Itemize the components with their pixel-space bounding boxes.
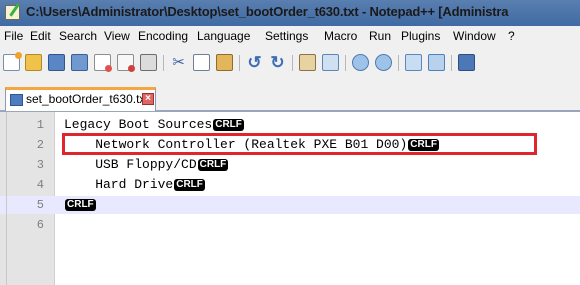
save-icon[interactable] — [48, 54, 65, 71]
line-text: CRLF — [64, 196, 96, 214]
toolbar-separator — [239, 55, 240, 71]
editor-line-current: 5 CRLF — [0, 196, 580, 214]
undo-icon[interactable]: ↺ — [246, 54, 263, 71]
menu-view[interactable]: View — [104, 29, 130, 43]
tab-bar: set_bootOrder_t630.txt × — [0, 78, 580, 112]
menu-encoding[interactable]: Encoding — [138, 29, 188, 43]
find-icon[interactable] — [299, 54, 316, 71]
word-wrap-icon[interactable] — [458, 54, 475, 71]
menu-settings[interactable]: Settings — [265, 29, 308, 43]
window-title: C:\Users\Administrator\Desktop\set_bootO… — [26, 4, 509, 19]
menu-macro[interactable]: Macro — [324, 29, 357, 43]
zoom-in-icon[interactable] — [352, 54, 369, 71]
file-saved-icon — [10, 94, 23, 106]
open-file-icon[interactable] — [25, 54, 42, 71]
editor-line: 1 Legacy Boot Sources CRLF — [0, 116, 580, 134]
editor-line: 4 Hard Drive CRLF — [0, 176, 580, 194]
tab-label: set_bootOrder_t630.txt — [26, 92, 149, 106]
toolbar-separator — [292, 55, 293, 71]
editor-line: 3 USB Floppy/CD CRLF — [0, 156, 580, 174]
sync-vertical-icon[interactable] — [405, 54, 422, 71]
new-file-icon[interactable] — [3, 52, 22, 71]
sync-horizontal-icon[interactable] — [428, 54, 445, 71]
menu-window[interactable]: Window — [453, 29, 496, 43]
highlight-annotation-box — [62, 133, 537, 155]
tab-set-bootorder[interactable]: set_bootOrder_t630.txt × — [5, 87, 156, 111]
menu-edit[interactable]: Edit — [30, 29, 51, 43]
menu-help[interactable]: ? — [508, 29, 515, 43]
cut-icon[interactable]: ✂ — [170, 54, 187, 71]
toolbar-separator — [451, 55, 452, 71]
replace-icon[interactable] — [322, 54, 339, 71]
close-icon[interactable] — [94, 54, 112, 72]
line-text: USB Floppy/CD CRLF — [64, 157, 229, 172]
close-all-icon[interactable] — [117, 54, 135, 72]
menu-file[interactable]: File — [4, 29, 23, 43]
title-bar: C:\Users\Administrator\Desktop\set_bootO… — [0, 0, 580, 26]
line-text: Legacy Boot Sources CRLF — [64, 117, 244, 132]
menu-bar: File Edit Search View Encoding Language … — [0, 26, 580, 49]
zoom-out-icon[interactable] — [375, 54, 392, 71]
redo-icon[interactable]: ↻ — [269, 54, 286, 71]
line-text: Hard Drive CRLF — [64, 177, 205, 192]
toolbar-separator — [163, 55, 164, 71]
save-all-icon[interactable] — [71, 54, 88, 71]
menu-search[interactable]: Search — [59, 29, 97, 43]
crlf-marker: CRLF — [174, 179, 205, 191]
crlf-marker: CRLF — [197, 159, 229, 171]
toolbar: ✂ ↺ ↻ — [0, 48, 580, 78]
copy-icon[interactable] — [193, 54, 210, 71]
paste-icon[interactable] — [216, 54, 233, 71]
menu-language[interactable]: Language — [197, 29, 250, 43]
crlf-marker: CRLF — [65, 199, 96, 211]
print-icon[interactable] — [140, 54, 157, 71]
editor-line: 6 — [0, 216, 580, 234]
toolbar-separator — [398, 55, 399, 71]
menu-plugins[interactable]: Plugins — [401, 29, 440, 43]
toolbar-separator — [345, 55, 346, 71]
menu-run[interactable]: Run — [369, 29, 391, 43]
close-tab-icon[interactable]: × — [142, 93, 154, 105]
crlf-marker: CRLF — [213, 119, 244, 131]
notepad-plus-plus-icon — [5, 5, 20, 20]
left-edge-line — [6, 112, 7, 285]
